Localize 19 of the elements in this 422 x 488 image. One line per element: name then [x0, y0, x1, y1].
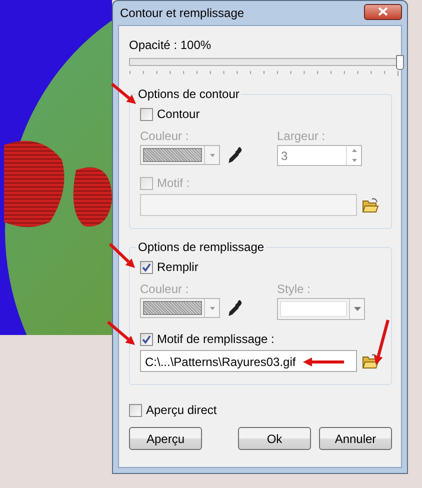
group-title: Options de remplissage	[136, 240, 266, 254]
dialog-button[interactable]: Annuler	[319, 427, 392, 450]
window-title: Contour et remplissage	[120, 6, 244, 20]
group-title: Options de contour	[136, 87, 242, 101]
checkbox-label: Motif :	[157, 176, 190, 190]
field-label: Couleur :	[140, 282, 190, 296]
field-label: Largeur :	[277, 129, 326, 143]
checkbox-label: Contour	[157, 107, 200, 121]
pattern-field[interactable]: C:\...\Patterns\Rayures03.gif	[140, 350, 357, 372]
checkbox-label: Motif de remplissage :	[157, 332, 274, 346]
width-spinner[interactable]: 3	[277, 145, 362, 166]
opacity-label: Opacité : 100%	[129, 38, 212, 52]
checkbox-label: Aperçu direct	[146, 403, 217, 417]
dialog-button[interactable]: Ok	[238, 427, 311, 450]
spinner-value: 3	[280, 148, 289, 165]
dialog-button[interactable]: Aperçu	[129, 427, 202, 450]
field-label: Style :	[277, 282, 312, 296]
checkbox-label: Remplir	[157, 260, 198, 274]
field-label: Couleur :	[140, 129, 190, 143]
